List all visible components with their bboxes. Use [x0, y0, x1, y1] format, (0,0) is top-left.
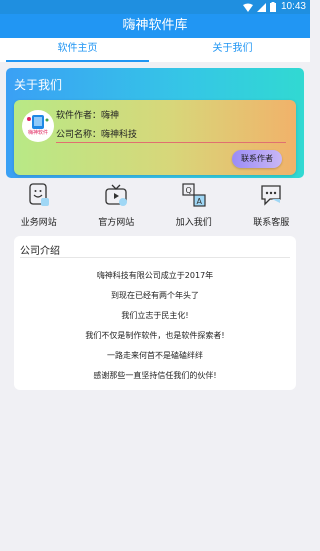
battery-icon [270, 2, 276, 12]
svg-text:A: A [196, 197, 202, 206]
tab-label: 软件主页 [57, 43, 98, 54]
company-intro-title: 公司介绍 [20, 246, 60, 257]
quick-link-label: 加入我们 [175, 218, 212, 228]
quick-link-join-us[interactable]: Q A 加入我们 [155, 180, 233, 230]
quick-links-row: 业务网站 官方网站 Q A 加入我们 联系客服 [0, 180, 310, 230]
intro-line: 到现在已经有两个年头了 [111, 291, 199, 300]
status-icons [243, 2, 276, 12]
quick-link-label: 官方网站 [98, 218, 135, 228]
signal-icon [257, 2, 266, 12]
app-title: 嗨神软件库 [122, 18, 188, 33]
profile-divider [56, 142, 286, 143]
status-time: 10:43 [280, 1, 306, 12]
intro-line: 嗨神科技有限公司成立于2017年 [96, 271, 214, 280]
tab-label: 关于我们 [212, 43, 253, 54]
quick-link-label: 业务网站 [20, 218, 57, 228]
contact-author-button[interactable]: 联系作者 [232, 150, 282, 168]
company-logo: 嗨神软件 [22, 110, 54, 142]
company-name: 公司名称：嗨神科技 [56, 130, 138, 140]
logo-text: 嗨神软件 [27, 130, 48, 136]
intro-line: 感谢那些一直坚持信任我们的伙伴! [93, 371, 217, 380]
author-profile-card: 嗨神软件 软件作者：嗨神 公司名称：嗨神科技 联系作者 [14, 100, 296, 175]
tab-software-home[interactable]: 软件主页 [0, 38, 155, 62]
quick-link-business-site[interactable]: 业务网站 [0, 180, 78, 230]
app-bar: 嗨神软件库 [0, 14, 310, 38]
qa-icon: Q A [182, 183, 206, 207]
svg-text:Q: Q [185, 186, 191, 195]
smile-doc-icon [29, 183, 49, 206]
status-bar: 10:43 [0, 0, 310, 14]
phone-logo-icon [27, 115, 49, 129]
wifi-icon [243, 3, 253, 12]
intro-divider [20, 257, 290, 258]
author-name: 软件作者：嗨神 [56, 111, 120, 121]
tab-about-us[interactable]: 关于我们 [155, 38, 310, 62]
about-header-title: 关于我们 [14, 78, 63, 92]
intro-line: 我们不仅是制作软件，也是软件探索者! [85, 331, 225, 340]
tv-icon [105, 184, 128, 206]
intro-line: 一路走来何首不是磕磕绊绊 [107, 351, 203, 360]
tab-bar: 软件主页 关于我们 [0, 38, 310, 62]
intro-line: 我们立志于民主化! [121, 311, 189, 320]
quick-link-customer-service[interactable]: 联系客服 [233, 180, 311, 230]
quick-link-official-site[interactable]: 官方网站 [78, 180, 156, 230]
chat-bubble-icon [261, 185, 281, 206]
company-intro-card: 公司介绍 嗨神科技有限公司成立于2017年 到现在已经有两个年头了 我们立志于民… [14, 236, 296, 390]
quick-link-label: 联系客服 [253, 218, 290, 228]
